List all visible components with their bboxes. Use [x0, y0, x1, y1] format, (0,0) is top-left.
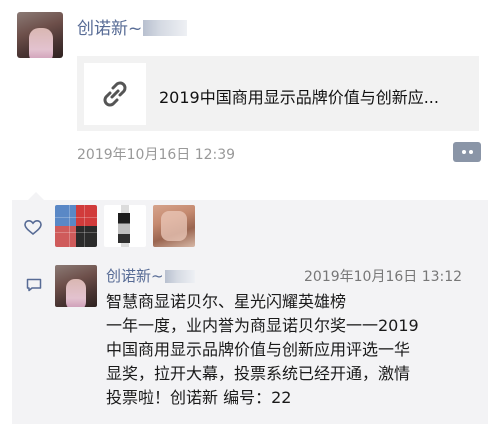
shared-link-card[interactable]: 2019中国商用显示品牌价值与创新应... — [77, 56, 479, 131]
name-redaction — [143, 20, 188, 36]
heart-icon — [24, 219, 42, 236]
comment-line: 投票啦！创诺新 编号：22 — [106, 388, 292, 407]
comment-text: 智慧商显诺贝尔、星光闪耀英雄榜 一年一度，业内誉为商显诺贝尔奖一一2019 中国… — [106, 290, 476, 410]
post-time: 2019年10月16日 12:39 — [77, 147, 236, 163]
like-avatar[interactable] — [104, 205, 146, 247]
commenter-avatar[interactable] — [55, 265, 97, 307]
link-title: 2019中国商用显示品牌价值与创新应... — [159, 88, 439, 107]
link-icon — [103, 81, 127, 107]
name-redaction — [164, 270, 195, 283]
comment-bubble-icon — [26, 278, 42, 292]
more-dots-icon[interactable] — [453, 142, 481, 162]
like-avatar[interactable] — [55, 205, 97, 247]
comment-line: 智慧商显诺贝尔、星光闪耀英雄榜 — [106, 292, 347, 311]
comment-line: 显奖，拉开大幕，投票系统已经开通，激情 — [106, 364, 411, 383]
comment-line: 中国商用显示品牌价值与创新应用评选一华 — [106, 340, 411, 359]
comment-line: 一年一度，业内誉为商显诺贝尔奖一一2019 — [106, 316, 419, 335]
link-thumbnail — [84, 63, 146, 125]
commenter-name[interactable]: 创诺新~ — [106, 265, 195, 286]
like-avatar[interactable] — [153, 205, 195, 247]
author-avatar[interactable] — [17, 12, 63, 58]
comment-time: 2019年10月16日 13:12 — [304, 269, 463, 285]
interaction-caret — [28, 192, 44, 200]
author-name[interactable]: 创诺新~ — [77, 14, 188, 39]
